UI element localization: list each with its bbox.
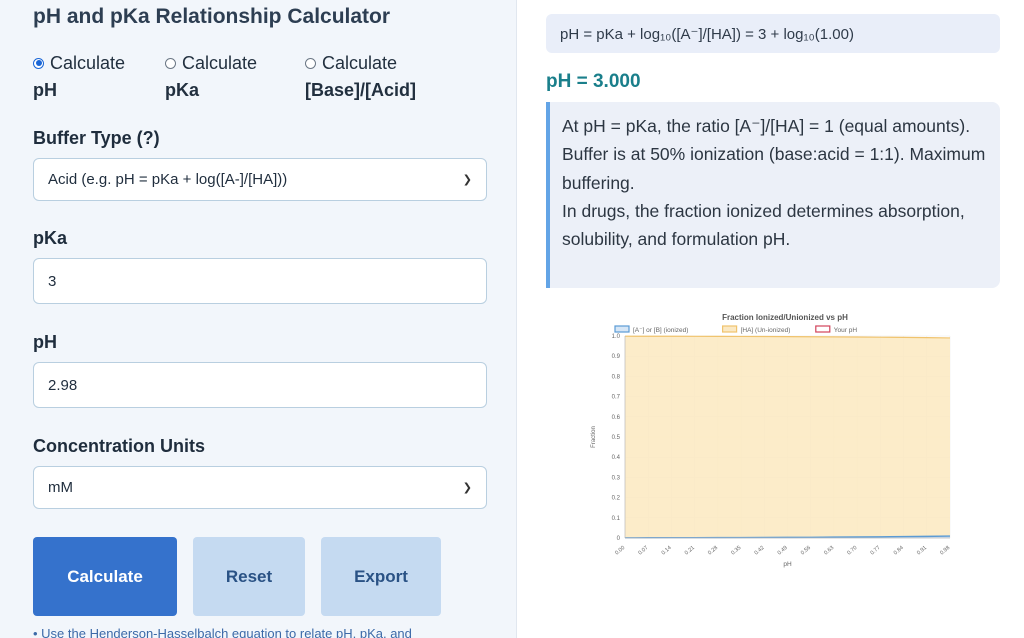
- legend-swatch: [815, 325, 831, 333]
- mode-label: [Base]/[Acid]: [305, 80, 417, 100]
- x-tick-label: 0.63: [823, 545, 835, 556]
- y-tick-label: 0.4: [612, 455, 621, 461]
- legend-swatch: [722, 325, 738, 333]
- x-tick-label: 0.07: [637, 545, 649, 556]
- mode-label: pKa: [165, 80, 200, 100]
- chevron-down-icon: ❯: [462, 174, 472, 186]
- ph-label: pH: [33, 332, 57, 352]
- legend-label: Your pH: [834, 327, 858, 334]
- x-tick-label: 0.42: [754, 545, 766, 556]
- pka-value: 3: [48, 272, 57, 290]
- chevron-down-icon: ❯: [462, 482, 472, 494]
- x-tick-label: 0.14: [661, 545, 673, 556]
- y-axis-label: Fraction: [591, 426, 597, 448]
- radio-checked-icon[interactable]: [33, 57, 44, 69]
- y-tick-label: 0.3: [612, 475, 621, 481]
- explanation-line: At pH = pKa, the ratio [A⁻]/[HA] = 1 (eq…: [562, 116, 971, 136]
- x-tick-label: 0.84: [893, 545, 905, 556]
- chart-svg: Fraction Ionized/Unionized vs pH [A⁻] or …: [591, 313, 951, 568]
- buffer-type-label: Buffer Type (?): [33, 128, 160, 148]
- page-title: pH and pKa Relationship Calculator: [33, 5, 391, 28]
- y-tick-label: 0.7: [612, 395, 621, 401]
- reset-button[interactable]: Reset: [193, 537, 305, 616]
- buffer-type-value: Acid (e.g. pH = pKa + log([A-]/[HA])): [48, 171, 288, 188]
- legend-label: [HA] (Un-ionized): [741, 327, 791, 334]
- units-label: Concentration Units: [33, 436, 206, 456]
- x-tick-label: 0.98: [939, 545, 951, 556]
- units-select[interactable]: mM ❯: [33, 466, 487, 509]
- x-tick-label: 0.70: [846, 545, 858, 556]
- export-button[interactable]: Export: [321, 537, 441, 616]
- mode-prefix: Calculate: [182, 53, 258, 73]
- x-tick-label: 0.35: [730, 545, 742, 556]
- series-area-unionized: [625, 336, 950, 538]
- x-axis-label: pH: [783, 561, 792, 568]
- chart-title: Fraction Ionized/Unionized vs pH: [722, 313, 848, 322]
- mode-option-pka[interactable]: Calculate pKa: [165, 50, 257, 103]
- y-tick-label: 0.2: [612, 496, 621, 502]
- result-value: pH = 3.000: [546, 71, 641, 92]
- mode-prefix: Calculate: [322, 53, 398, 73]
- y-tick-label: 0.1: [612, 516, 621, 522]
- y-tick-label: 0.6: [612, 415, 621, 421]
- legend-label: [A⁻] or [B] (ionized): [633, 327, 688, 334]
- input-panel: pH and pKa Relationship Calculator Calcu…: [0, 0, 517, 638]
- mode-prefix: Calculate: [50, 53, 126, 73]
- explanation-box: At pH = pKa, the ratio [A⁻]/[HA] = 1 (eq…: [546, 102, 1000, 288]
- explanation-line: Buffer is at 50% ionization (base:acid =…: [562, 144, 986, 193]
- fraction-chart: Fraction Ionized/Unionized vs pH [A⁻] or …: [585, 308, 965, 570]
- radio-unchecked-icon[interactable]: [165, 57, 176, 69]
- x-tick-label: 0.21: [684, 545, 696, 556]
- mode-option-ph[interactable]: Calculate pH: [33, 50, 125, 103]
- radio-unchecked-icon[interactable]: [305, 57, 316, 69]
- legend-swatch: [614, 325, 630, 333]
- x-tick-label: 0.77: [870, 545, 882, 556]
- hint-text: • Use the Henderson-Hasselbalch equation…: [33, 626, 412, 638]
- x-tick-label: 0.00: [614, 545, 626, 556]
- calculation-mode-group: Calculate pH Calculate pKa Calculate [Ba…: [33, 50, 493, 100]
- y-tick-label: 0: [617, 536, 621, 542]
- x-tick-label: 0.56: [800, 545, 812, 556]
- ph-value: 2.98: [48, 376, 78, 394]
- explanation-line: In drugs, the fraction ionized determine…: [562, 200, 965, 250]
- x-tick-label: 0.49: [777, 545, 789, 556]
- mode-label: pH: [33, 80, 57, 100]
- calculate-button[interactable]: Calculate: [33, 537, 177, 616]
- y-tick-label: 0.9: [612, 354, 621, 360]
- formula-display: pH = pKa + log₁₀([A⁻]/[HA]) = 3 + log₁₀(…: [546, 14, 1000, 53]
- units-value: mM: [48, 479, 73, 496]
- y-tick-label: 0.8: [612, 374, 621, 380]
- ph-input[interactable]: 2.98: [33, 362, 487, 408]
- mode-option-ratio[interactable]: Calculate [Base]/[Acid]: [305, 50, 416, 103]
- pka-input[interactable]: 3: [33, 258, 487, 304]
- y-tick-label: 1.0: [612, 334, 621, 340]
- x-tick-label: 0.28: [707, 545, 719, 556]
- pka-label: pKa: [33, 228, 68, 248]
- x-tick-label: 0.91: [916, 545, 928, 556]
- y-tick-label: 0.5: [612, 435, 621, 441]
- buffer-type-select[interactable]: Acid (e.g. pH = pKa + log([A-]/[HA])) ❯: [33, 158, 487, 201]
